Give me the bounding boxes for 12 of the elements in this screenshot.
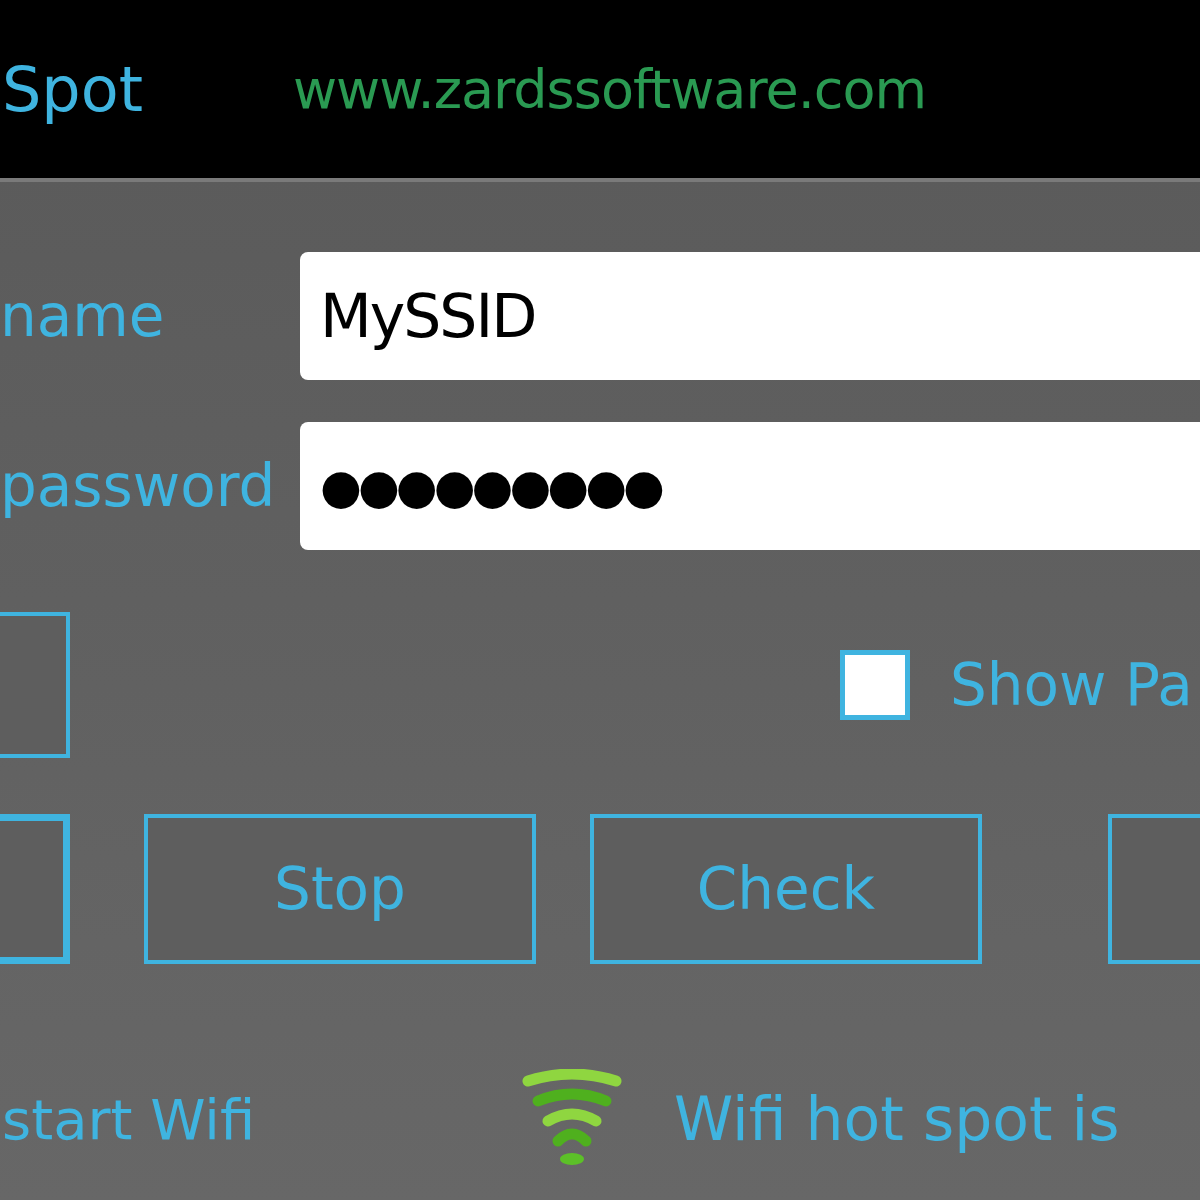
button[interactable] xyxy=(1108,814,1200,964)
status-message: Wifi hot spot is xyxy=(674,1084,1120,1154)
button[interactable] xyxy=(0,612,70,758)
field-label: name xyxy=(0,282,166,350)
input-field[interactable]: MySSID xyxy=(300,252,1200,380)
button[interactable] xyxy=(0,814,70,964)
website-link[interactable]: www.zardssoftware.com xyxy=(292,57,927,121)
app-title: Spot xyxy=(2,52,143,126)
input-field[interactable]: ●●●●●●●●● xyxy=(300,422,1200,550)
checkbox[interactable] xyxy=(840,650,910,720)
status-label: start Wifi xyxy=(2,1086,257,1152)
field-label: password xyxy=(0,452,277,520)
